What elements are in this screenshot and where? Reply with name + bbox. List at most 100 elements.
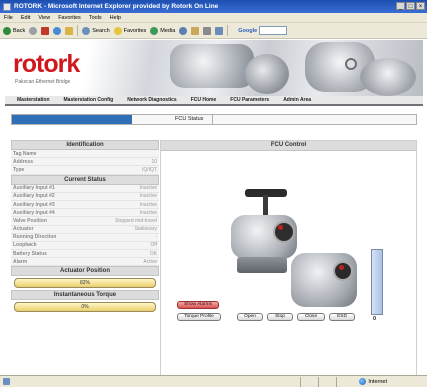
menu-tools[interactable]: Tools — [89, 15, 102, 21]
search-icon — [82, 26, 91, 35]
instantaneous-torque-heading: Instantaneous Torque — [11, 290, 159, 301]
product-subtitle: Pakscan Ethernet Bridge — [15, 79, 71, 85]
row-value: - — [155, 234, 157, 241]
nav-masterstation-config[interactable]: Masterstation Config — [64, 97, 114, 103]
secondary-actuator-indicator-image — [339, 265, 344, 270]
minimize-button[interactable]: _ — [396, 2, 405, 10]
status-row: Auxiliary Input #2 Inactive — [11, 192, 159, 201]
nav-masterstation[interactable]: Masterstation — [17, 97, 50, 103]
status-segment — [300, 376, 301, 387]
banner-actuator-image — [245, 54, 289, 94]
media-label: Media — [160, 27, 176, 34]
status-row: Actuator Stationary — [11, 225, 159, 234]
menu-edit[interactable]: Edit — [21, 15, 30, 21]
position-slider-value: 0 — [373, 316, 377, 322]
google-toolbar[interactable]: Google — [238, 26, 288, 35]
identification-heading: Identification — [11, 140, 159, 150]
window-controls: _ □ × — [396, 2, 425, 10]
favorites-button[interactable]: Favorites — [113, 26, 146, 35]
forward-button[interactable] — [29, 26, 38, 35]
status-segment — [336, 376, 337, 387]
status-row: Alarm Active — [11, 258, 159, 267]
row-label: Auxiliary Input #3 — [13, 201, 55, 208]
back-button[interactable]: Back — [3, 26, 25, 35]
nav-admin-area[interactable]: Admin Area — [283, 97, 311, 103]
rotork-logo: rotork — [13, 50, 80, 78]
row-value: Inactive — [139, 185, 157, 192]
fcu-status-strip: FCU Status — [11, 114, 417, 125]
search-button[interactable]: Search — [82, 26, 110, 35]
position-slider[interactable] — [371, 249, 383, 315]
instantaneous-torque-bar: 0% — [14, 302, 156, 313]
print-button[interactable] — [203, 26, 212, 35]
menu-bar: File Edit View Favorites Tools Help — [0, 13, 427, 23]
edit-button[interactable] — [215, 26, 224, 35]
show-alarms-button[interactable]: Show Alarms — [177, 301, 219, 309]
status-segment — [318, 376, 319, 387]
row-value: 10 — [151, 158, 157, 165]
menu-view[interactable]: View — [38, 15, 50, 21]
refresh-button[interactable] — [53, 26, 62, 35]
home-button[interactable] — [65, 26, 74, 35]
main-nav: Masterstation Masterstation Config Netwo… — [5, 96, 423, 106]
row-label: Type — [13, 166, 25, 173]
menu-favorites[interactable]: Favorites — [58, 15, 81, 21]
row-label: Tag Name — [13, 150, 37, 157]
search-label: Search — [92, 27, 110, 34]
row-label: Running Direction — [13, 234, 57, 241]
row-value: Inactive — [139, 193, 157, 200]
stop-button[interactable] — [41, 26, 50, 35]
maximize-button[interactable]: □ — [406, 2, 415, 10]
window-title-bar: ROTORK - Microsoft Internet Explorer pro… — [0, 0, 427, 13]
mail-button[interactable] — [191, 26, 200, 35]
fcu-control-panel: FCU Control Show Alarms Torque Profile O… — [160, 140, 417, 380]
esd-button[interactable]: ESD — [329, 313, 355, 321]
toolbar-separator-2 — [227, 25, 229, 36]
row-value: IQ/IQT — [142, 166, 157, 173]
banner-actuator-image — [170, 44, 254, 88]
print-icon — [203, 26, 212, 35]
identification-row: Address 10 — [11, 158, 159, 167]
row-label: Auxiliary Input #4 — [13, 209, 55, 216]
actuator-indicator-image — [278, 225, 283, 230]
security-zone: Internet — [359, 378, 387, 385]
google-search-input[interactable] — [259, 26, 288, 35]
media-icon — [150, 26, 159, 35]
nav-fcu-parameters[interactable]: FCU Parameters — [230, 97, 269, 103]
history-button[interactable] — [179, 26, 188, 35]
browser-toolbar: Back Search Favorites Media Google — [0, 23, 427, 39]
status-row: Loopback Off — [11, 241, 159, 251]
handwheel-stem-image — [263, 195, 268, 217]
refresh-icon — [53, 26, 62, 35]
instantaneous-torque-value: 0% — [81, 304, 89, 311]
row-value: Inactive — [139, 201, 157, 208]
open-button[interactable]: Open — [237, 313, 263, 321]
torque-profile-button[interactable]: Torque Profile — [177, 313, 221, 321]
media-button[interactable]: Media — [150, 26, 176, 35]
row-label: Battery Status — [13, 250, 47, 257]
status-row: Auxiliary Input #4 Inactive — [11, 209, 159, 218]
banner-knob-image — [345, 58, 357, 70]
rotork-banner: rotork Pakscan Ethernet Bridge — [5, 40, 423, 96]
stop-button-fcu[interactable]: Stop — [267, 313, 293, 321]
status-row: Auxiliary Input #1 Inactive — [11, 184, 159, 193]
identification-row: Type IQ/IQT — [11, 166, 159, 175]
security-zone-label: Internet — [368, 378, 387, 385]
browser-status-bar: Internet — [0, 375, 427, 387]
actuator-position-heading: Actuator Position — [11, 266, 159, 277]
nav-fcu-home[interactable]: FCU Home — [191, 97, 217, 103]
menu-file[interactable]: File — [4, 15, 13, 21]
row-label: Auxiliary Input #1 — [13, 185, 55, 192]
back-arrow-icon — [3, 26, 11, 35]
mail-icon — [191, 26, 200, 35]
close-button[interactable]: Close — [297, 313, 325, 321]
status-divider — [212, 115, 213, 124]
menu-help[interactable]: Help — [110, 15, 121, 21]
row-label: Address — [13, 158, 34, 165]
fcu-status-label: FCU Status — [175, 116, 204, 122]
nav-network-diagnostics[interactable]: Network Diagnostics — [127, 97, 176, 103]
row-label: Valve Position — [13, 217, 47, 224]
toolbar-separator — [77, 25, 79, 36]
close-window-button[interactable]: × — [416, 2, 425, 10]
status-row: Running Direction - — [11, 233, 159, 242]
